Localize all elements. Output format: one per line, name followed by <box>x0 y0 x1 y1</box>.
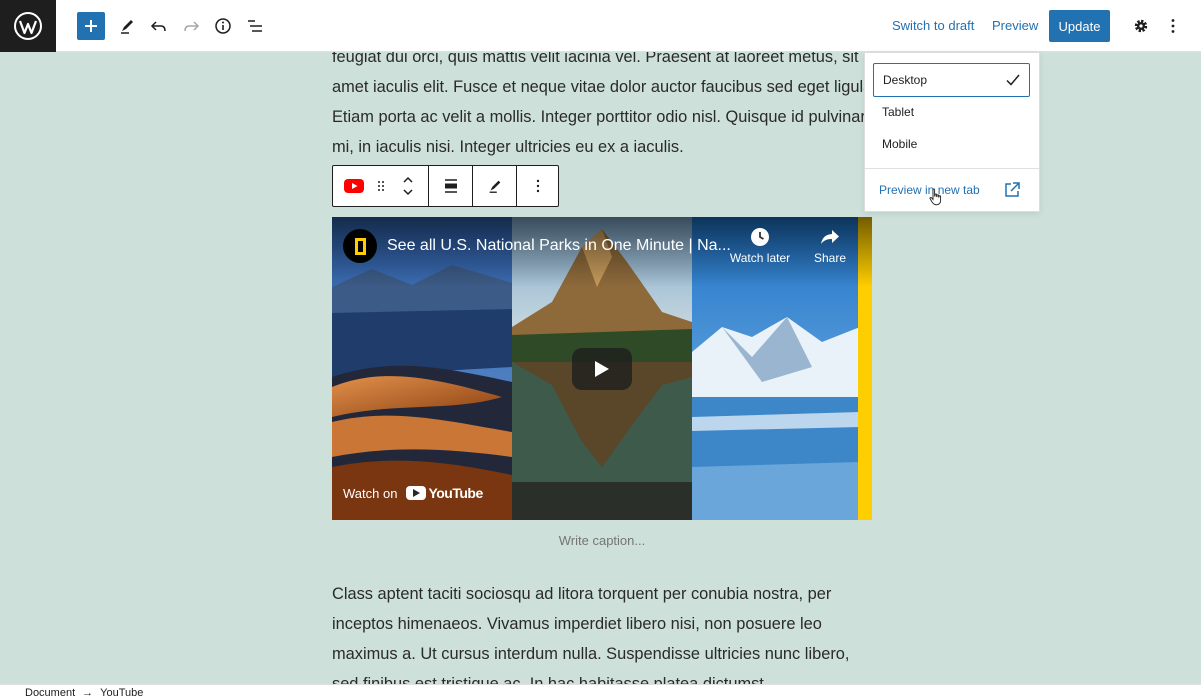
youtube-embed[interactable]: See all U.S. National Parks in One Minut… <box>332 217 872 520</box>
mobile-label: Mobile <box>882 137 918 151</box>
preview-button[interactable]: Preview <box>992 18 1038 33</box>
update-button[interactable]: Update <box>1049 10 1110 42</box>
wordpress-logo-button[interactable] <box>0 0 56 52</box>
drag-icon <box>378 181 385 191</box>
desktop-label: Desktop <box>883 73 928 87</box>
edit-url-button[interactable] <box>473 166 516 206</box>
external-link-icon[interactable] <box>1003 181 1021 199</box>
options-button[interactable] <box>1159 12 1187 40</box>
preview-dropdown-menu: Desktop Tablet Mobile Preview in new tab <box>864 52 1040 212</box>
redo-button[interactable] <box>177 12 205 40</box>
tablet-label: Tablet <box>882 105 915 119</box>
undo-icon <box>150 21 166 32</box>
pencil-icon <box>489 180 500 193</box>
clock-icon <box>751 228 769 246</box>
redo-icon <box>184 21 200 32</box>
play-button[interactable] <box>572 348 632 390</box>
play-icon <box>595 361 609 377</box>
breadcrumb-item-youtube[interactable]: YouTube <box>100 687 143 699</box>
share-icon <box>821 230 839 244</box>
youtube-play-icon <box>406 486 427 500</box>
menu-divider <box>865 168 1039 169</box>
breadcrumb-item-document[interactable]: Document <box>25 687 75 699</box>
checkmark-icon <box>1006 74 1020 86</box>
paragraph-block[interactable]: Class aptent taciti sociosqu ad litora t… <box>332 579 877 684</box>
natgeo-logo-icon <box>354 237 366 255</box>
settings-button[interactable] <box>1127 12 1155 40</box>
preview-mobile-option[interactable]: Mobile <box>873 127 1030 161</box>
details-button[interactable] <box>209 12 237 40</box>
pointer-cursor-icon <box>929 188 942 206</box>
tools-button[interactable] <box>113 12 141 40</box>
share-label: Share <box>813 251 847 265</box>
undo-button[interactable] <box>145 12 173 40</box>
breadcrumb-arrow-icon: → <box>82 686 94 699</box>
block-switcher-group <box>333 166 429 206</box>
caption-input[interactable]: Write caption... <box>332 533 872 548</box>
align-icon <box>444 179 457 193</box>
align-group <box>429 166 473 206</box>
watch-on-label: Watch on <box>343 485 398 501</box>
chevron-up-icon[interactable] <box>402 176 414 184</box>
more-vertical-icon <box>536 179 539 193</box>
list-view-icon <box>248 20 262 32</box>
align-button[interactable] <box>429 166 472 206</box>
youtube-wordmark: YouTube <box>428 485 483 501</box>
block-breadcrumb: Document → YouTube <box>0 684 1201 700</box>
paragraph-block[interactable]: feugiat dui orci, quis mattis velit iaci… <box>332 52 877 162</box>
wordpress-icon <box>14 12 42 40</box>
preview-tablet-option[interactable]: Tablet <box>873 95 1030 129</box>
gear-icon <box>1134 19 1148 33</box>
channel-avatar[interactable] <box>343 229 377 263</box>
watch-later-label: Watch later <box>729 251 791 265</box>
more-vertical-icon <box>1171 19 1175 33</box>
block-options-group <box>517 166 558 206</box>
switch-to-draft-button[interactable]: Switch to draft <box>892 18 974 33</box>
preview-desktop-option[interactable]: Desktop <box>873 63 1030 97</box>
info-icon <box>215 18 231 34</box>
add-block-button[interactable] <box>77 12 105 40</box>
move-block-buttons[interactable] <box>388 166 428 206</box>
video-title[interactable]: See all U.S. National Parks in One Minut… <box>387 237 731 255</box>
list-view-button[interactable] <box>241 12 269 40</box>
youtube-logo: YouTube <box>406 485 483 501</box>
block-toolbar <box>332 165 559 207</box>
share-button[interactable]: Share <box>810 227 850 265</box>
edit-group <box>473 166 517 206</box>
watch-later-button[interactable]: Watch later <box>724 227 796 265</box>
plus-icon <box>85 20 97 32</box>
drag-handle[interactable] <box>375 166 389 206</box>
pencil-icon <box>121 20 133 34</box>
chevron-down-icon[interactable] <box>402 188 414 196</box>
youtube-icon <box>343 179 364 193</box>
watch-on-youtube-link[interactable]: Watch on YouTube <box>343 485 483 501</box>
block-type-button[interactable] <box>333 166 375 206</box>
block-options-button[interactable] <box>517 166 558 206</box>
editor-header: Switch to draft Preview Update <box>0 0 1201 52</box>
